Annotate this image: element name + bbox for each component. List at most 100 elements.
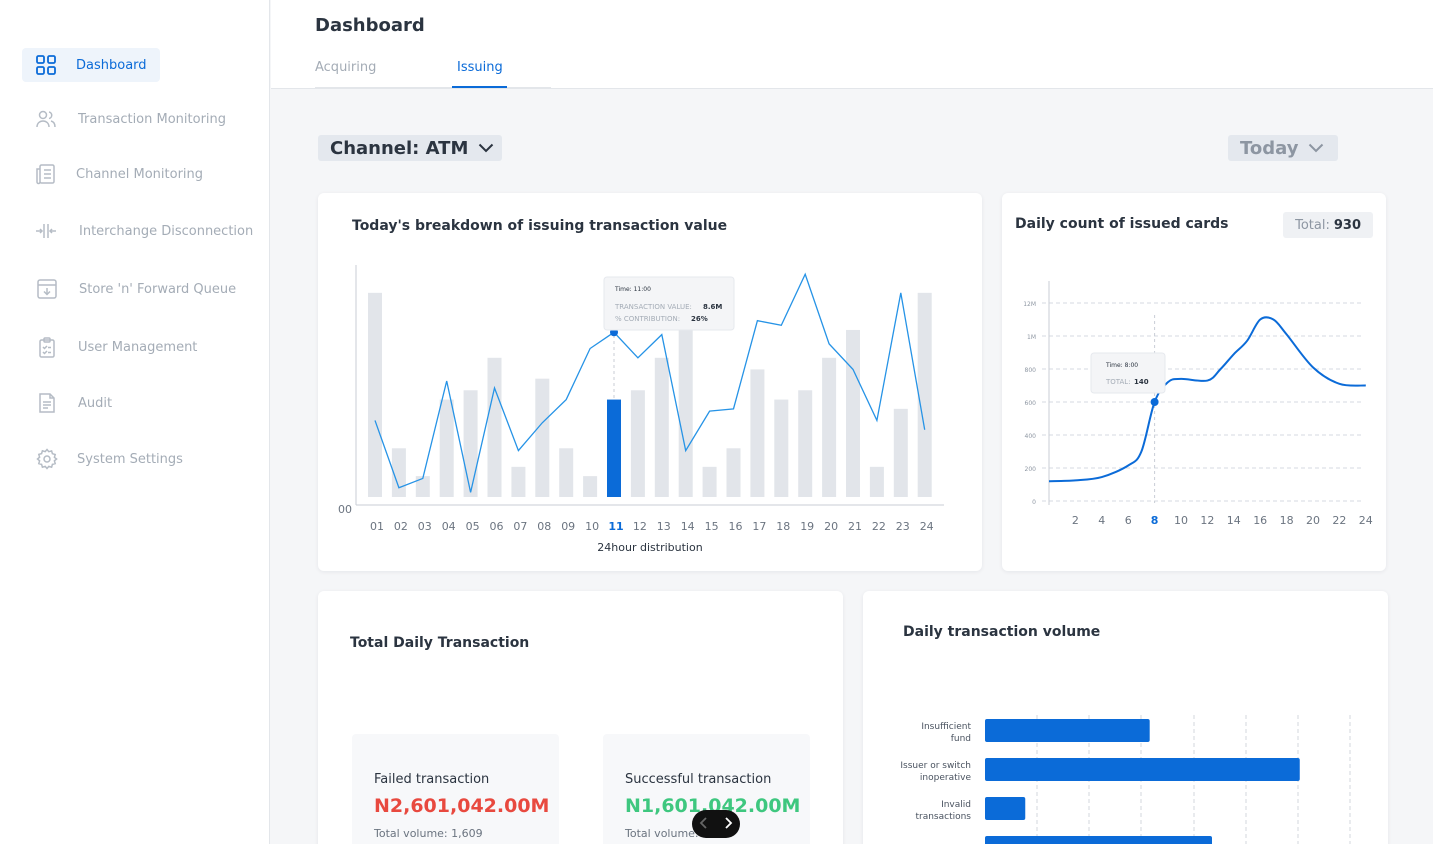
transaction-volume-chart: Insufficient fund Issuer or switch inoperat… [900, 715, 1351, 844]
sidebar-item-system-settings[interactable]: System Settings [22, 442, 183, 476]
x-tick-label: 16 [1253, 514, 1267, 527]
bar-09[interactable] [559, 448, 574, 497]
sidebar-item-channel-monitoring[interactable]: Channel Monitoring [22, 157, 203, 191]
sidebar-item-dashboard[interactable]: Dashboard [22, 48, 160, 82]
bar-14[interactable] [678, 302, 693, 497]
bar-21[interactable] [846, 329, 860, 497]
sidebar-item-label: Store 'n' Forward Queue [79, 281, 237, 297]
bar-16[interactable] [726, 448, 741, 497]
x-tick-label: 20 [1306, 514, 1320, 527]
x-tick-label: 16 [729, 520, 743, 533]
tab-track [315, 87, 551, 88]
bar-23[interactable] [893, 408, 908, 497]
bar-24[interactable] [917, 292, 932, 497]
tooltip-total-value: 140 [1134, 378, 1149, 386]
bar-22[interactable] [869, 466, 884, 497]
bar-03[interactable] [415, 476, 430, 497]
tooltip-contribution-label: % CONTRIBUTION: [615, 315, 680, 323]
gear-icon [35, 447, 59, 471]
sidebar-item-label: System Settings [77, 451, 183, 467]
sidebar-item-store-forward-queue[interactable]: Store 'n' Forward Queue [22, 272, 236, 306]
bar-07[interactable] [511, 466, 526, 497]
x-tick-label: 19 [800, 520, 814, 533]
bar-19[interactable] [798, 390, 813, 497]
x-tick-label: 14 [1227, 514, 1241, 527]
tooltip-box [1090, 352, 1166, 394]
volume-bar[interactable] [985, 797, 1026, 820]
bar-06[interactable] [487, 357, 502, 497]
x-tick-label: 15 [705, 520, 719, 533]
volume-bar[interactable] [985, 719, 1150, 742]
bar-10[interactable] [583, 476, 598, 497]
bar-15[interactable] [702, 466, 717, 497]
chevron-left-icon[interactable] [699, 815, 709, 834]
failed-transaction-volume: Total volume: 1,609 [374, 827, 483, 840]
x-tick-label: 13 [657, 520, 671, 533]
x-tick-label: 17 [752, 520, 766, 533]
sidebar-item-label: Audit [78, 395, 113, 411]
total-daily-transaction-title: Total Daily Transaction [350, 635, 530, 651]
grid-icon [34, 53, 58, 77]
tab-issuing[interactable]: Issuing [457, 60, 503, 75]
x-tick-label: 11 [608, 520, 623, 533]
x-tick-label: 01 [370, 520, 384, 533]
x-axis-title: 24hour distribution [597, 541, 702, 554]
sidebar-item-audit[interactable]: Audit [22, 386, 112, 420]
period-dropdown[interactable]: Today [1228, 135, 1338, 161]
sidebar-item-label: Transaction Monitoring [78, 111, 227, 127]
x-tick-label: 02 [394, 520, 408, 533]
sidebar-item-interchange-disconnection[interactable]: Interchange Disconnection [22, 214, 253, 248]
bar-18[interactable] [774, 399, 789, 497]
x-tick-label: 07 [513, 520, 527, 533]
x-tick-label: 24 [920, 520, 934, 533]
tab-acquiring[interactable]: Acquiring [315, 60, 376, 75]
clipboard-check-icon [35, 335, 59, 359]
bar-12[interactable] [630, 390, 645, 497]
chevron-down-icon [1308, 143, 1324, 153]
bar-17[interactable] [750, 369, 765, 497]
issued-cards-chart-card: Daily count of issued cards Total: 930 0… [1002, 193, 1386, 571]
volume-bar[interactable] [985, 758, 1300, 781]
bar-04[interactable] [439, 399, 454, 497]
line-point-highlight[interactable] [1150, 398, 1159, 406]
bar-05[interactable] [463, 390, 478, 497]
x-tick-label: 18 [776, 520, 790, 533]
sidebar-item-user-management[interactable]: User Management [22, 330, 197, 364]
issued-cards-line [1048, 316, 1366, 483]
x-tick-label: 21 [848, 520, 862, 533]
bar-13[interactable] [654, 357, 669, 497]
sidebar-item-label: Channel Monitoring [76, 166, 204, 182]
x-tick-label: 22 [1332, 514, 1346, 527]
x-tick-label: 22 [872, 520, 886, 533]
x-tick-label: 8 [1151, 514, 1159, 527]
y-tick-label: 1M [1027, 334, 1036, 341]
channel-dropdown[interactable]: Channel: ATM [318, 135, 502, 161]
sidebar-item-transaction-monitoring[interactable]: Transaction Monitoring [22, 102, 226, 136]
x-tick-label: 18 [1280, 514, 1294, 527]
tooltip-time: Time: 11:00 [614, 286, 651, 293]
bar-08[interactable] [535, 378, 550, 497]
x-tick-label: 04 [442, 520, 456, 533]
volume-bar-partial[interactable] [985, 836, 1212, 844]
successful-transaction-volume: Total volume: [625, 827, 699, 840]
breakdown-chart-card: Today's breakdown of issuing transaction… [318, 193, 982, 571]
top-header: Dashboard Acquiring Issuing [271, 0, 1433, 89]
category-label: Invalid transactions [915, 800, 971, 822]
x-tick-label: 05 [466, 520, 480, 533]
users-icon [34, 107, 58, 131]
sidebar-item-label: Interchange Disconnection [79, 223, 254, 239]
bar-20[interactable] [822, 357, 837, 497]
category-label: Issuer or switch inoperative [900, 761, 971, 783]
active-tab-indicator [452, 86, 507, 88]
file-text-icon [35, 391, 59, 415]
carousel-pager[interactable] [692, 810, 740, 838]
failed-transaction-title: Failed transaction [374, 772, 490, 787]
bar-01[interactable] [368, 292, 382, 497]
x-tick-label: 20 [824, 520, 838, 533]
bar-11[interactable] [607, 399, 621, 497]
chevron-right-icon[interactable] [723, 815, 733, 834]
failed-transaction-value: N2,601,042.00M [374, 795, 550, 817]
tooltip-value: 8.6M [703, 303, 722, 311]
sidebar-item-label: Dashboard [76, 57, 147, 73]
x-tick-label: 4 [1098, 514, 1105, 527]
